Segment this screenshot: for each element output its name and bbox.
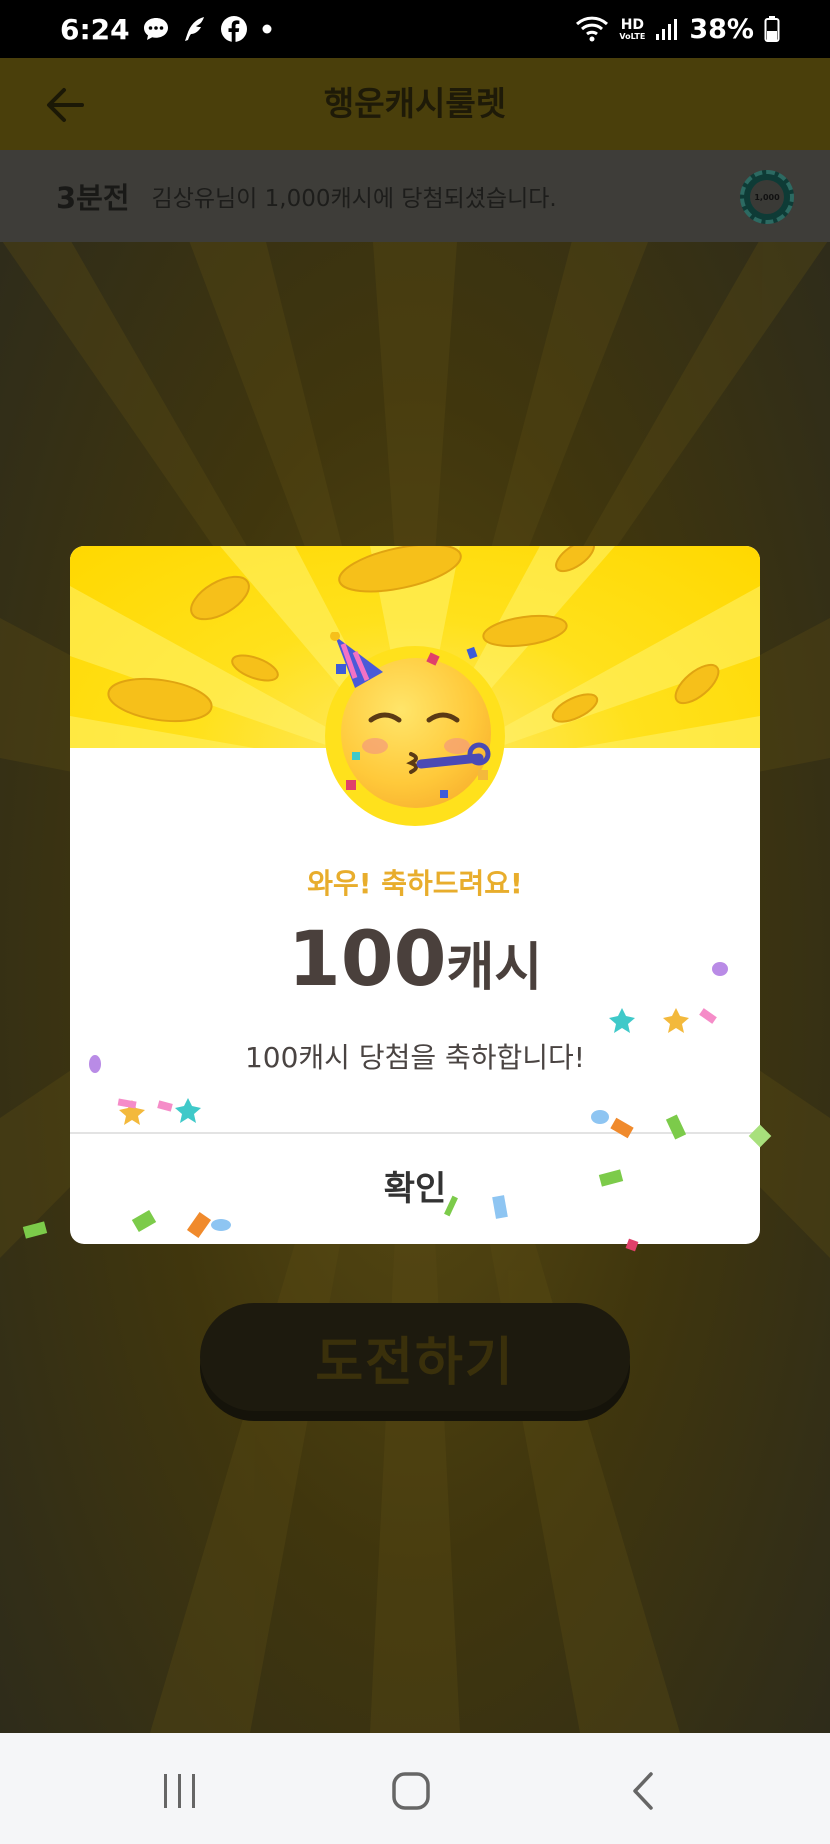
- app-bar: 행운캐시룰렛: [0, 58, 830, 150]
- win-dialog: 와우! 축하드려요! 100캐시 100캐시 당첨을 축하합니다! 확인: [70, 546, 760, 1244]
- hd-voice-icon: HD VoLTE: [619, 18, 645, 41]
- ticker-message: 김상유님이 1,000캐시에 당첨되셨습니다.: [151, 186, 557, 212]
- winner-ticker: 3분전 김상유님이 1,000캐시에 당첨되셨습니다. 1,000: [0, 150, 830, 242]
- dot-icon: [260, 22, 274, 36]
- ticker-time-ago: 3분전: [56, 181, 130, 215]
- home-icon[interactable]: [381, 1763, 441, 1819]
- chat-bubble-icon: [142, 16, 170, 42]
- status-left: 6:24: [60, 13, 274, 46]
- challenge-button[interactable]: 도전하기: [200, 1303, 630, 1411]
- signal-icon: [655, 17, 679, 41]
- recent-apps-icon[interactable]: [150, 1763, 210, 1819]
- battery-percent: 38%: [689, 13, 754, 45]
- party-hat-icon: [330, 632, 383, 688]
- congrats-message: 100캐시 당첨을 축하합니다!: [244, 1041, 586, 1074]
- status-time: 6:24: [60, 12, 130, 46]
- hd-label: HD: [620, 16, 645, 33]
- prize-amount: 100캐시: [70, 914, 760, 1003]
- status-bar: 6:24 HD VoLTE 38%: [0, 0, 830, 58]
- system-nav-bar: [0, 1733, 830, 1844]
- facebook-icon: [220, 15, 248, 43]
- wifi-icon: [575, 15, 609, 43]
- page-title: 행운캐시룰렛: [323, 84, 507, 123]
- partying-face-icon: [325, 632, 505, 826]
- cash-chip-icon: 1,000: [740, 170, 794, 224]
- prize-amount-unit: 캐시: [446, 938, 543, 998]
- confirm-button[interactable]: 확인: [70, 1134, 760, 1244]
- battery-icon: [764, 15, 780, 43]
- voice-label: VoLTE: [619, 31, 646, 41]
- quill-icon: [182, 15, 208, 43]
- headline: 와우! 축하드려요!: [307, 867, 523, 900]
- back-icon[interactable]: [614, 1763, 674, 1819]
- chip-label: 1,000: [750, 180, 784, 214]
- status-right: HD VoLTE 38%: [575, 14, 780, 45]
- prize-amount-number: 100: [287, 914, 447, 1003]
